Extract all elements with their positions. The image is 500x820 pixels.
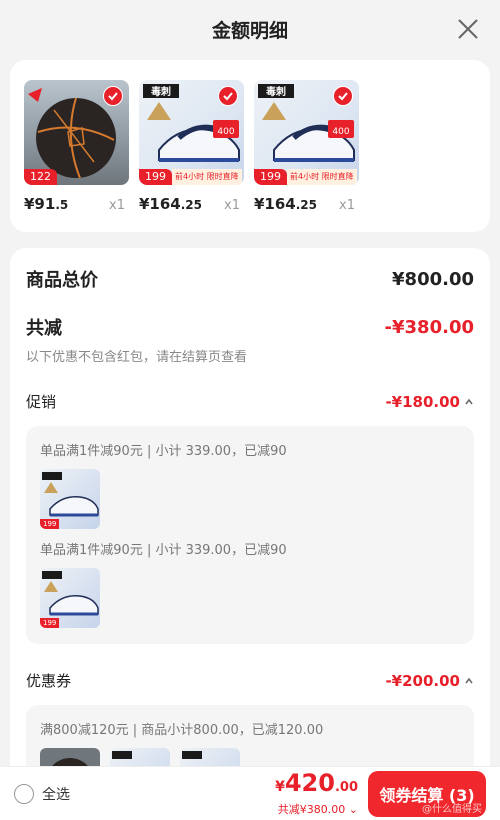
svg-text:400: 400 [217, 127, 234, 137]
svg-text:毒刺: 毒刺 [266, 85, 286, 98]
svg-text:400: 400 [332, 127, 349, 137]
price-tag: 199 [40, 519, 60, 529]
discount-label: 共减 [26, 318, 62, 339]
product-price: ¥91.5 [24, 195, 69, 213]
chevron-up-icon[interactable] [464, 397, 474, 407]
select-all-label[interactable]: 全选 [42, 784, 70, 804]
total-price: ¥420.00 [275, 769, 358, 797]
product-price: ¥164.25 [254, 195, 318, 213]
promo-value: -¥180.00 [385, 392, 460, 411]
promo-section-header[interactable]: 促销 -¥180.00 [26, 391, 474, 412]
promo-product-thumbnail: 199 [40, 568, 100, 628]
product-thumbnail: 毒刺 400 199 前4小时 限时直降 [139, 80, 244, 185]
total-row: 商品总价 ¥800.00 [26, 266, 474, 292]
select-all-radio[interactable] [14, 783, 34, 804]
chevron-up-icon[interactable] [464, 676, 474, 686]
modal-header: 金额明细 [0, 0, 500, 58]
promo-rule: 单品满1件减90元 | 小计 339.00，已减90 [40, 444, 287, 459]
coupon-label: 优惠券 [26, 672, 72, 690]
product-thumbnail: 毒刺 400 199 前4小时 限时直降 [254, 80, 359, 185]
total-saved[interactable]: 共减¥380.00 ⌄ [275, 801, 358, 817]
product-quantity: x1 [339, 198, 355, 213]
product-strip: 122 ¥91.5 x1 毒刺 400 199 前4小时 限时直降 ¥164.2… [10, 60, 490, 232]
selected-check-icon[interactable] [218, 86, 238, 106]
product-thumbnail: 122 [24, 80, 129, 185]
product-item[interactable]: 毒刺 400 199 前4小时 限时直降 ¥164.25 x1 [254, 80, 359, 232]
product-price: ¥164.25 [139, 195, 203, 213]
product-item[interactable]: 122 ¥91.5 x1 [24, 80, 129, 232]
svg-text:毒刺: 毒刺 [151, 85, 171, 98]
selected-check-icon[interactable] [333, 86, 353, 106]
checkout-button[interactable]: 领券结算 (3) @什么值得买 [368, 770, 486, 817]
total-value: ¥800.00 [392, 268, 474, 290]
price-tag: 199 [40, 618, 60, 628]
price-tag: 122 [24, 169, 57, 185]
price-tag: 199 前4小时 限时直降 [254, 169, 357, 185]
total-label: 商品总价 [26, 270, 98, 291]
close-icon[interactable] [456, 17, 480, 41]
watermark: @什么值得买 [422, 803, 482, 815]
coupon-section-header[interactable]: 优惠券 -¥200.00 [26, 670, 474, 691]
chevron-down-icon: ⌄ [348, 803, 358, 816]
coupon-value: -¥200.00 [385, 671, 460, 690]
checkout-totals: ¥420.00 共减¥380.00 ⌄ [275, 770, 358, 817]
promo-rule: 单品满1件减90元 | 小计 339.00，已减90 [40, 543, 287, 558]
product-item[interactable]: 毒刺 400 199 前4小时 限时直降 ¥164.25 x1 [139, 80, 244, 232]
promo-product-thumbnail: 199 [40, 469, 100, 529]
promo-detail-box: 单品满1件减90元 | 小计 339.00，已减90 199 单品满1件减90元… [26, 426, 474, 644]
selected-check-icon[interactable] [103, 86, 123, 106]
checkout-bar: 全选 ¥420.00 共减¥380.00 ⌄ 领券结算 (3) @什么值得买 [0, 766, 500, 820]
price-tag: 199 前4小时 限时直降 [139, 169, 242, 185]
price-detail-card: 商品总价 ¥800.00 共减 -¥380.00 以下优惠不包含红包，请在结算页… [10, 248, 490, 820]
product-quantity: x1 [224, 198, 240, 213]
modal-title: 金额明细 [211, 19, 288, 42]
product-quantity: x1 [109, 198, 125, 213]
coupon-rule: 满800减120元 | 商品小计800.00，已减120.00 [40, 723, 324, 738]
discount-row: 共减 -¥380.00 [26, 314, 474, 340]
discount-value: -¥380.00 [384, 316, 474, 338]
promo-label: 促销 [26, 393, 57, 411]
discount-note: 以下优惠不包含红包，请在结算页查看 [26, 350, 248, 365]
